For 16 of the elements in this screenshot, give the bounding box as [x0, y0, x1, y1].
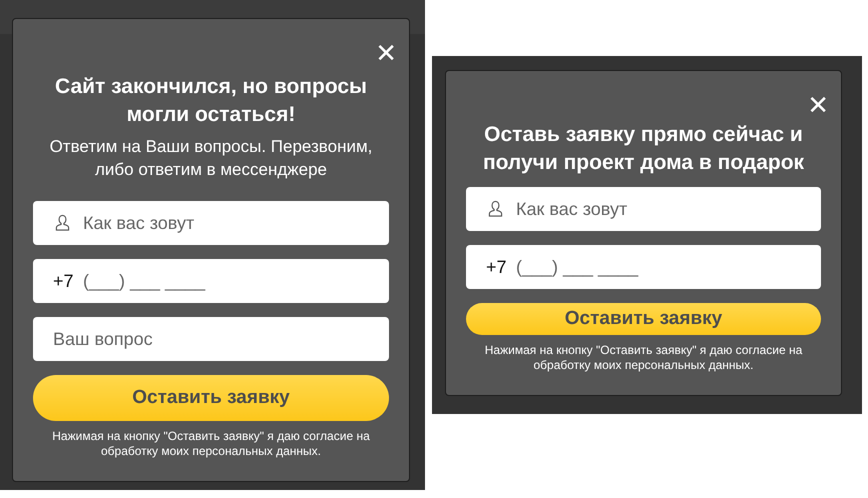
- name-field[interactable]: Как вас зовут: [466, 187, 821, 231]
- popup-title: Сайт закончился, но вопросы могли остаться!: [54, 74, 368, 128]
- popup-subtitle: Ответим на Ваши вопросы. Перезвоним, либо ответим в мессенджере: [48, 136, 374, 181]
- person-icon: [488, 200, 503, 217]
- consent-text: Нажимая на кнопку "Оставить заявку" я даю согласие на обработку моих персональных данных.: [484, 343, 804, 373]
- name-field[interactable]: Как вас зовут: [33, 201, 389, 245]
- submit-button[interactable]: Оставить заявку: [466, 303, 821, 335]
- consent-text: Нажимая на кнопку "Оставить заявку" я даю согласие на обработку моих персональных данных.: [51, 429, 371, 459]
- close-button[interactable]: ✕: [807, 93, 829, 119]
- close-button[interactable]: ✕: [375, 41, 397, 67]
- popup-title: Оставь заявку прямо сейчас и получи проект дома в подарок: [482, 122, 806, 176]
- question-field[interactable]: Ваш вопрос: [33, 317, 389, 361]
- phone-prefix: +7: [53, 271, 74, 291]
- phone-prefix: +7: [486, 257, 507, 277]
- person-icon: [55, 214, 70, 231]
- submit-button[interactable]: Оставить заявку: [33, 375, 389, 421]
